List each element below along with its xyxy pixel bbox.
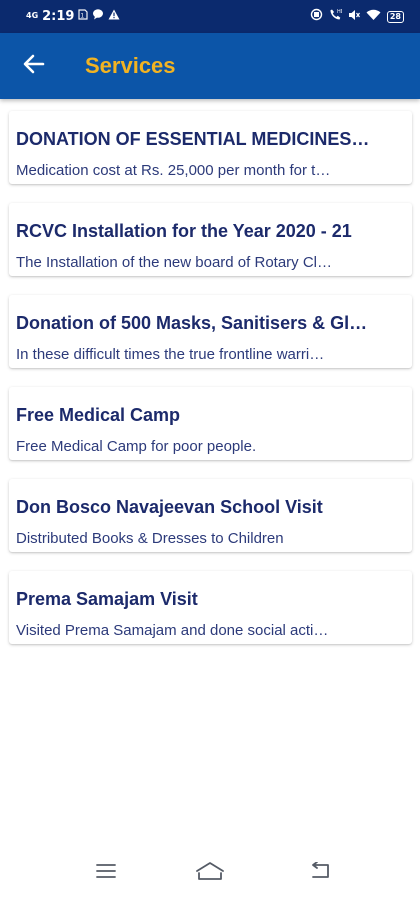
service-title: Don Bosco Navajeevan School Visit [16,497,323,517]
service-title: Donation of 500 Masks, Sanitisers & Gl… [16,313,368,333]
svg-text:HD: HD [337,9,342,15]
back-button[interactable] [20,53,48,79]
service-title: DONATION OF ESSENTIAL MEDICINES… [16,129,370,149]
alert-icon [108,9,120,24]
service-description: Free Medical Camp for poor people. [16,438,257,455]
status-time: 2:19 [42,8,75,24]
service-card[interactable]: Donation of 500 Masks, Sanitisers & Gl… … [9,295,412,368]
home-button[interactable] [190,858,230,888]
sync-icon [310,8,323,25]
service-description: The Installation of the new board of Rot… [16,254,332,271]
status-left: 4G 2:19 1 [26,8,120,24]
service-title: RCVC Installation for the Year 2020 - 21 [16,221,352,241]
status-right: HD 28 [310,8,404,25]
wifi-icon [366,9,381,25]
service-card[interactable]: Don Bosco Navajeevan School Visit Distri… [9,479,412,552]
arrow-left-icon [23,54,45,79]
service-description: Visited Prema Samajam and done social ac… [16,622,329,639]
service-description: Medication cost at Rs. 25,000 per month … [16,162,331,179]
menu-icon [95,863,117,884]
service-card[interactable]: Prema Samajam Visit Visited Prema Samaja… [9,571,412,644]
service-description: Distributed Books & Dresses to Children [16,530,284,547]
status-bar: 4G 2:19 1 HD 28 [0,0,420,33]
sim-icon: 1 [78,9,89,23]
back-icon [308,860,332,885]
service-description: In these difficult times the true frontl… [16,346,325,363]
message-icon [92,8,104,24]
mute-icon [348,9,360,25]
service-title: Free Medical Camp [16,405,181,425]
recent-apps-button[interactable] [86,858,126,888]
system-nav-bar [0,848,420,900]
call-icon: HD [329,8,345,25]
network-indicator: 4G [26,11,39,20]
battery-level: 28 [389,11,401,21]
service-title: Prema Samajam Visit [16,589,198,609]
service-card[interactable]: Free Medical Camp Free Medical Camp for … [9,387,412,460]
home-icon [195,861,225,886]
system-back-button[interactable] [300,858,340,888]
service-card[interactable]: RCVC Installation for the Year 2020 - 21… [9,203,412,276]
svg-text:1: 1 [81,13,85,20]
app-bar: Services [0,33,420,99]
battery-icon: 28 [386,10,404,23]
page-title: Services [85,53,176,78]
service-card[interactable]: DONATION OF ESSENTIAL MEDICINES… Medicat… [9,111,412,184]
